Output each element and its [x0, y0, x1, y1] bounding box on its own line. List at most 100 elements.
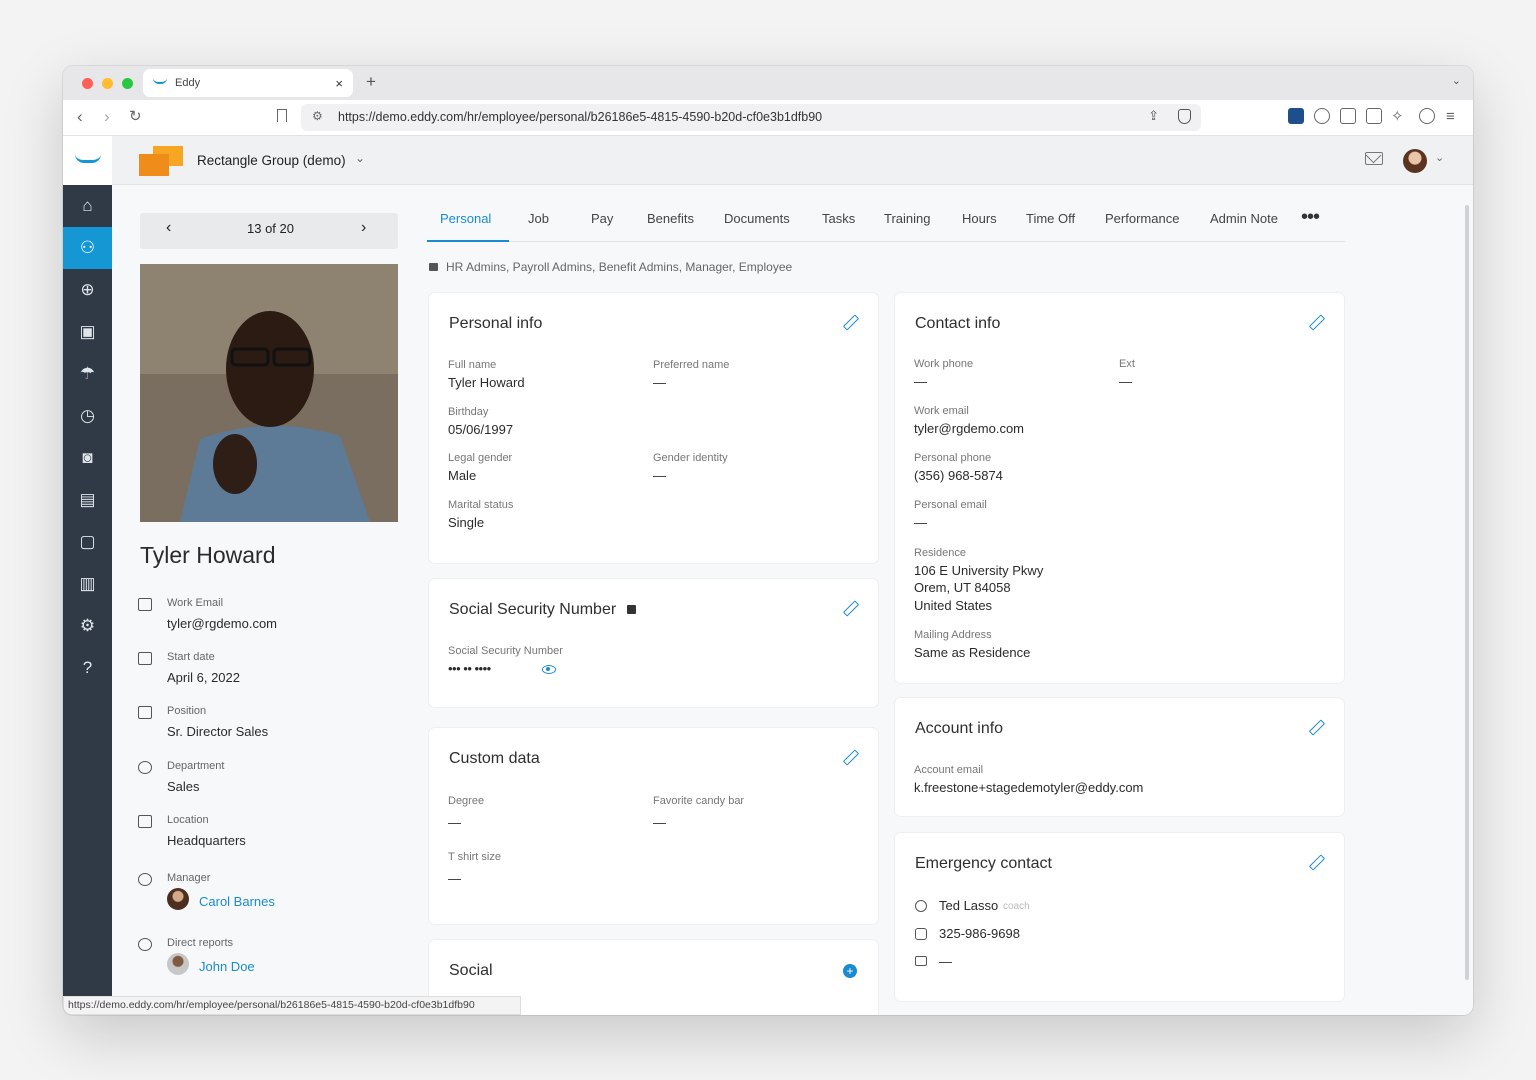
nav-settings-icon[interactable]: ⚙ [63, 605, 112, 647]
tab-documents[interactable]: Documents [724, 211, 790, 226]
browser-tab-title: Eddy [175, 77, 201, 89]
tab-benefits[interactable]: Benefits [647, 211, 694, 226]
site-settings-icon[interactable]: ⚙ [312, 109, 323, 123]
ssn-card: Social Security Number Social Security N… [429, 579, 878, 707]
next-employee-icon[interactable]: › [361, 219, 366, 237]
active-tab-indicator [427, 240, 509, 242]
emergency-name: Ted Lasso [939, 898, 999, 913]
new-tab-icon[interactable]: + [366, 72, 376, 92]
shirt-size-value: — [448, 871, 461, 886]
company-name[interactable]: Rectangle Group (demo) [197, 153, 346, 168]
eddy-logo-icon [75, 154, 101, 163]
sidebar-toggle-icon[interactable] [1340, 108, 1356, 124]
vpn-icon[interactable] [1419, 108, 1435, 124]
manager-link[interactable]: Carol Barnes [199, 894, 275, 909]
user-avatar[interactable] [1403, 149, 1427, 173]
report-avatar[interactable] [167, 953, 189, 975]
edit-icon[interactable] [843, 750, 857, 764]
extension-b-icon[interactable] [1288, 108, 1304, 124]
close-tab-icon[interactable]: × [335, 76, 343, 91]
employee-name: Tyler Howard [140, 542, 276, 568]
direct-report-link[interactable]: John Doe [199, 959, 255, 974]
permissions-note: HR Admins, Payroll Admins, Benefit Admin… [429, 260, 792, 274]
card-title: Account info [915, 720, 1004, 737]
birthday-value: 05/06/1997 [448, 422, 514, 437]
edit-icon[interactable] [1309, 315, 1323, 329]
tab-personal[interactable]: Personal [440, 211, 491, 226]
contact-info-card: Contact info Work phone — Ext — Work ema… [895, 293, 1344, 683]
previous-employee-icon[interactable]: ‹ [166, 219, 171, 237]
briefcase-icon [138, 706, 152, 719]
bookmark-icon[interactable] [277, 109, 287, 122]
nav-payroll-icon[interactable]: ◙ [63, 437, 112, 479]
field-label: Manager [167, 872, 211, 884]
nav-documents-icon[interactable]: ▤ [63, 479, 112, 521]
add-social-icon[interactable]: + [843, 964, 857, 978]
mail-icon[interactable] [1365, 152, 1383, 165]
tab-job[interactable]: Job [528, 211, 549, 226]
app-logo[interactable] [63, 136, 112, 185]
nav-reports-icon[interactable]: ▥ [63, 563, 112, 605]
tab-training[interactable]: Training [884, 211, 930, 226]
personal-info-card: Personal info Full name Tyler Howard Pre… [429, 293, 878, 563]
tab-performance[interactable]: Performance [1105, 211, 1179, 226]
minimize-window-button[interactable] [102, 78, 113, 89]
nav-clock-icon[interactable]: ◷ [63, 395, 112, 437]
mailing-address-value: Same as Residence [914, 645, 1031, 660]
field-label: Work Email [167, 597, 224, 609]
tab-time-off[interactable]: Time Off [1026, 211, 1075, 226]
nav-home-icon[interactable]: ⌂ [63, 185, 112, 227]
direct-reports-field: Direct reports John Doe [138, 937, 398, 987]
legal-gender-value: Male [448, 468, 477, 483]
scrollbar[interactable] [1464, 185, 1472, 1015]
wallet-icon[interactable] [1366, 108, 1382, 124]
address-bar[interactable]: ⚙ https://demo.eddy.com/hr/employee/pers… [301, 104, 1201, 131]
nav-help-icon[interactable]: ? [63, 647, 112, 689]
manager-avatar[interactable] [167, 888, 189, 910]
card-title: Personal info [449, 315, 543, 332]
reveal-eye-icon[interactable] [542, 665, 556, 674]
personal-phone-label: Personal phone [914, 452, 992, 464]
back-icon[interactable]: ‹ [77, 107, 83, 127]
puzzle-icon[interactable] [1314, 108, 1330, 124]
maximize-window-button[interactable] [122, 78, 133, 89]
nav-people-icon[interactable]: ⚇ [63, 227, 112, 269]
marital-status-label: Marital status [448, 499, 514, 511]
field-value: April 6, 2022 [167, 670, 240, 685]
tab-pay[interactable]: Pay [591, 211, 613, 226]
nav-time-off-icon[interactable]: ☂ [63, 353, 112, 395]
browser-tab[interactable]: Eddy × [143, 69, 353, 97]
edit-icon[interactable] [1309, 720, 1323, 734]
tab-tasks[interactable]: Tasks [822, 211, 855, 226]
pager-label: 13 of 20 [247, 221, 294, 236]
reload-icon[interactable]: ↻ [129, 107, 142, 127]
chevron-down-icon[interactable]: ⌄ [355, 151, 365, 165]
nav-search-people-icon[interactable]: ⊕ [63, 269, 112, 311]
forward-icon[interactable]: › [104, 107, 110, 127]
tab-list-chevron-icon[interactable]: ⌄ [1452, 74, 1461, 87]
phone-icon [915, 928, 927, 940]
sparkle-icon[interactable]: ✧ [1391, 107, 1404, 127]
close-window-button[interactable] [82, 78, 93, 89]
scrollbar-thumb[interactable] [1465, 205, 1469, 980]
field-label: Start date [167, 651, 215, 663]
browser-window: Eddy × + ⌄ ‹ › ↻ ⚙ https://demo.eddy.com… [63, 66, 1473, 1015]
more-tabs-icon[interactable]: ••• [1301, 206, 1320, 229]
personal-email-label: Personal email [914, 499, 987, 511]
brave-shield-icon[interactable] [1178, 109, 1191, 124]
shirt-size-label: T shirt size [448, 851, 501, 863]
menu-icon[interactable]: ≡ [1446, 107, 1455, 127]
edit-icon[interactable] [843, 601, 857, 615]
location-field: Location Headquarters [138, 814, 398, 854]
edit-icon[interactable] [1309, 855, 1323, 869]
tab-admin-note[interactable]: Admin Note [1210, 211, 1278, 226]
nav-training-icon[interactable]: ▢ [63, 521, 112, 563]
residence-line1: 106 E University Pkwy [914, 563, 1044, 578]
tab-hours[interactable]: Hours [962, 211, 997, 226]
chevron-down-icon[interactable]: ⌄ [1435, 151, 1444, 164]
nav-clipboard-icon[interactable]: ▣ [63, 311, 112, 353]
direct-reports-icon [138, 938, 152, 951]
share-icon[interactable]: ⇪ [1148, 108, 1159, 124]
edit-icon[interactable] [843, 315, 857, 329]
ssn-title: Social Security Number [449, 601, 617, 618]
